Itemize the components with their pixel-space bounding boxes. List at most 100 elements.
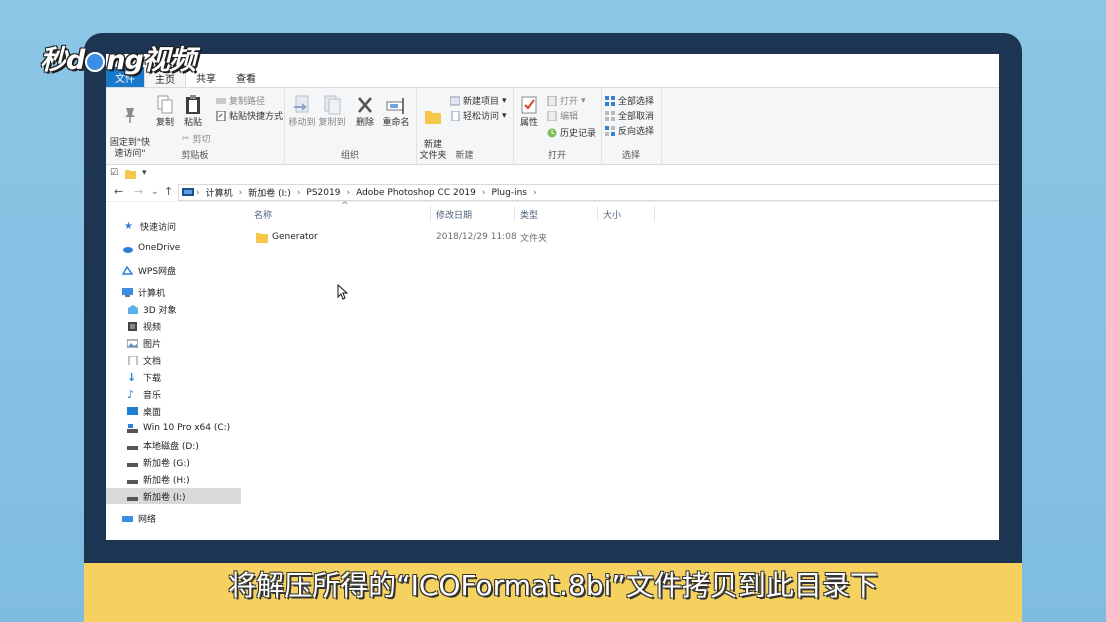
clipboard-group-label: 剪贴板 xyxy=(181,151,209,161)
sidebar-item-network[interactable]: 网络 xyxy=(106,510,257,526)
sidebar-label: 3D 对象 xyxy=(143,305,177,316)
delete-button[interactable]: 删除 xyxy=(354,94,376,129)
select-all-button[interactable]: 全部选择 xyxy=(605,94,654,107)
drive-icon xyxy=(127,462,138,467)
crumb-plugins[interactable]: Plug-ins xyxy=(488,188,532,198)
open-button[interactable]: 打开 ▾ xyxy=(547,94,586,107)
invert-selection-icon xyxy=(605,125,615,136)
move-to-button[interactable]: 移动到 xyxy=(288,94,316,129)
forward-arrow-icon[interactable]: → xyxy=(134,185,143,198)
properties-check-icon xyxy=(521,96,537,114)
column-divider[interactable] xyxy=(597,206,598,222)
sidebar-item-3d-objects[interactable]: 3D 对象 xyxy=(106,301,262,317)
invert-selection-button[interactable]: 反向选择 xyxy=(605,124,654,137)
select-none-button[interactable]: 全部取消 xyxy=(605,109,654,122)
pin-icon xyxy=(125,108,135,123)
crumb-computer[interactable]: 计算机 xyxy=(202,186,237,199)
sidebar-item-downloads[interactable]: ↓ 下载 xyxy=(106,369,262,385)
edit-icon xyxy=(547,110,557,121)
drive-icon xyxy=(127,479,138,484)
qat-check-icon[interactable]: ☑ xyxy=(110,168,118,178)
open-icon xyxy=(547,95,557,106)
edit-button[interactable]: 编辑 xyxy=(547,109,578,122)
sidebar-item-music[interactable]: ♪ 音乐 xyxy=(106,386,262,402)
rename-button[interactable]: 重命名 xyxy=(382,94,410,129)
new-folder-icon xyxy=(425,111,441,124)
drive-icon xyxy=(127,496,138,501)
copy-path-label: 复制路径 xyxy=(229,97,266,107)
new-item-button[interactable]: 新建项目 ▾ xyxy=(450,94,507,107)
desktop-icon xyxy=(127,406,138,415)
sidebar-label: 下载 xyxy=(143,373,162,384)
column-size[interactable]: 大小 xyxy=(603,208,621,221)
history-label: 历史记录 xyxy=(560,129,597,139)
cut-button[interactable]: ✂ 剪切 xyxy=(182,132,211,146)
new-item-icon xyxy=(450,96,460,105)
crumb-photoshop[interactable]: Adobe Photoshop CC 2019 xyxy=(352,188,480,198)
crumb-ps2019[interactable]: PS2019 xyxy=(302,188,344,198)
up-arrow-icon[interactable]: ↑ xyxy=(164,185,173,198)
history-button[interactable]: 历史记录 xyxy=(547,126,596,139)
cut-label: 剪切 xyxy=(192,135,211,145)
sidebar-item-onedrive[interactable]: OneDrive xyxy=(106,240,257,256)
sidebar-item-computer[interactable]: 计算机 xyxy=(106,284,257,300)
sidebar-item-wps[interactable]: WPS网盘 xyxy=(106,262,257,278)
sidebar-item-drive-h[interactable]: 新加卷 (H:) xyxy=(106,471,262,487)
quick-access-toolbar: ☑ ▾ xyxy=(106,165,999,185)
group-clipboard: 固定到"快 速访问" 复制 粘贴 复制路径 粘贴快捷方式 ✂ 剪切 剪贴板 xyxy=(106,88,285,164)
column-divider[interactable] xyxy=(654,206,655,222)
group-select: 全部选择 全部取消 反向选择 选择 xyxy=(601,88,662,164)
music-note-icon: ♪ xyxy=(127,387,135,401)
paste-icon xyxy=(186,95,200,114)
column-modified[interactable]: 修改日期 xyxy=(436,208,472,221)
column-name[interactable]: 名称 xyxy=(254,208,272,221)
cloud-icon xyxy=(123,246,133,253)
easy-access-button[interactable]: 轻松访问 ▾ xyxy=(450,109,507,122)
copy-to-button[interactable]: 复制到 xyxy=(318,94,346,129)
sidebar-item-quick-access[interactable]: ★ 快速访问 xyxy=(106,218,259,234)
new-item-dropdown-icon: ▾ xyxy=(502,95,507,106)
tab-view[interactable]: 查看 xyxy=(226,67,266,87)
recent-dropdown-icon[interactable]: ⌄ xyxy=(151,187,159,197)
paste-button[interactable]: 粘贴 xyxy=(180,94,206,129)
sidebar-item-documents[interactable]: 文档 xyxy=(106,352,262,368)
column-type[interactable]: 类型 xyxy=(520,208,538,221)
sidebar-item-drive-d[interactable]: 本地磁盘 (D:) xyxy=(106,437,262,453)
copy-icon xyxy=(157,95,173,114)
navigation-pane: ★ 快速访问 OneDrive WPS网盘 计算机 3D 对象 视频 图片 文档 … xyxy=(106,204,241,540)
folder-icon xyxy=(256,232,268,243)
file-modified: 2018/12/29 11:08 xyxy=(436,232,517,242)
sidebar-item-desktop[interactable]: 桌面 xyxy=(106,403,262,419)
mouse-cursor-icon xyxy=(337,284,349,300)
history-icon xyxy=(547,128,557,137)
qat-folder-icon[interactable] xyxy=(125,169,136,179)
logo-dot-icon xyxy=(85,51,106,72)
copy-to-icon xyxy=(324,95,341,115)
crumb-drive-i[interactable]: 新加卷 (I:) xyxy=(244,186,295,199)
sidebar-item-pictures[interactable]: 图片 xyxy=(106,335,262,351)
properties-button[interactable]: 属性 xyxy=(517,94,541,129)
easy-access-label: 轻松访问 xyxy=(463,112,500,122)
back-arrow-icon[interactable]: ← xyxy=(114,185,123,198)
column-divider[interactable] xyxy=(514,206,515,222)
file-row[interactable]: Generator 2018/12/29 11:08 文件夹 xyxy=(254,230,584,244)
copy-to-label: 复制到 xyxy=(318,118,346,128)
sidebar-label: 桌面 xyxy=(143,407,162,418)
column-divider[interactable] xyxy=(430,206,431,222)
sidebar-item-drive-i[interactable]: 新加卷 (I:) xyxy=(106,488,241,504)
select-none-label: 全部取消 xyxy=(618,112,655,122)
copy-button[interactable]: 复制 xyxy=(154,94,176,129)
move-to-label: 移动到 xyxy=(288,118,316,128)
paste-shortcut-button[interactable]: 粘贴快捷方式 xyxy=(216,109,283,122)
sidebar-label: 图片 xyxy=(143,339,162,350)
open-group-label: 打开 xyxy=(547,151,566,161)
select-group-label: 选择 xyxy=(621,151,640,161)
sidebar-item-drive-c[interactable]: Win 10 Pro x64 (C:) xyxy=(106,420,262,436)
network-icon xyxy=(122,515,133,522)
sidebar-item-drive-g[interactable]: 新加卷 (G:) xyxy=(106,454,262,470)
qat-dropdown-icon[interactable]: ▾ xyxy=(142,168,147,178)
open-label: 打开 xyxy=(560,97,579,107)
address-bar[interactable]: › 计算机 › 新加卷 (I:) › PS2019 › Adobe Photoshop… xyxy=(178,184,999,201)
copy-path-button[interactable]: 复制路径 xyxy=(216,94,265,107)
sidebar-item-videos[interactable]: 视频 xyxy=(106,318,262,334)
